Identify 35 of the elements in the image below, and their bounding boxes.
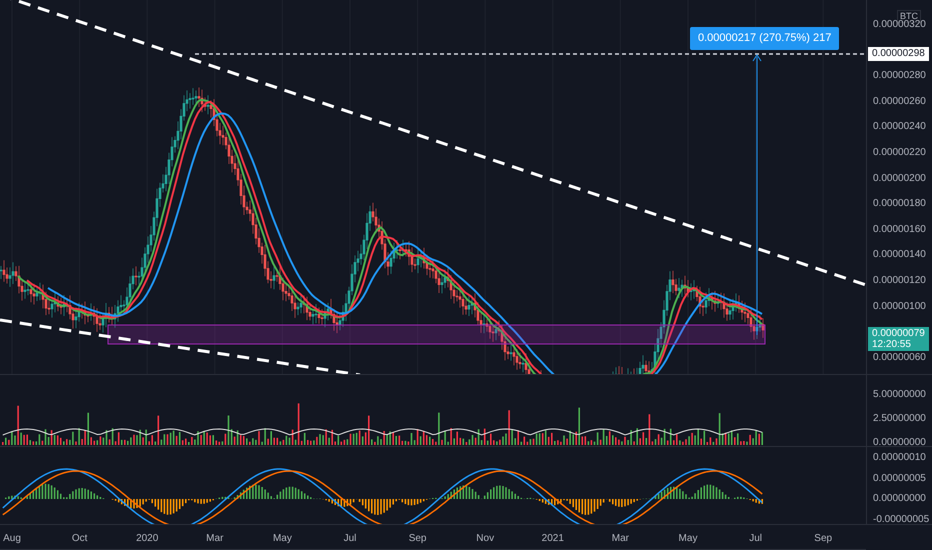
date-label: Mar: [612, 532, 629, 546]
date-label: Jul: [749, 532, 762, 546]
price-label: 0.00000180: [873, 198, 926, 210]
countdown-timer: 12:20:55: [872, 339, 912, 350]
price-tag: 0.00000298: [868, 47, 929, 61]
price-label: 0.00000060: [873, 352, 926, 364]
measure-label: 0.00000217 (270.75%) 217: [690, 27, 840, 50]
date-label: Sep: [814, 532, 832, 546]
price-label: 0.00000100: [873, 300, 926, 313]
price-label: 0.00000220: [873, 147, 926, 159]
date-label: May: [678, 532, 698, 546]
macd-label: -0.00000005: [873, 514, 930, 524]
date-label: May: [272, 532, 292, 546]
date-label: Sep: [408, 532, 426, 546]
price-label: 0.00000140: [873, 249, 926, 262]
date-label: Aug: [3, 532, 21, 546]
price-label: 0.00000260: [873, 96, 926, 108]
date-label: Oct: [72, 532, 88, 546]
macd-label: 0.00000000: [873, 493, 926, 504]
date-label: 2020: [136, 532, 158, 546]
macd-label: 0.00000010: [873, 452, 926, 463]
price-label: 0.00000120: [873, 275, 926, 287]
price-label: 0.00000160: [873, 224, 926, 236]
date-label: Jul: [344, 532, 356, 546]
volume-label: 5.00000000: [873, 389, 926, 401]
price-label: 0.00000280: [873, 70, 926, 82]
date-label: Mar: [206, 532, 224, 546]
volume-label: 2.50000000: [873, 413, 926, 425]
volume-label: 0.00000000: [873, 437, 926, 446]
price-label: 0.00000200: [873, 172, 926, 185]
date-label: Nov: [476, 532, 494, 546]
macd-label: 0.00000005: [873, 472, 926, 484]
date-label: 2021: [542, 532, 564, 546]
price-label: 0.00000240: [873, 121, 926, 134]
last-price: 0.00000079: [872, 328, 925, 339]
